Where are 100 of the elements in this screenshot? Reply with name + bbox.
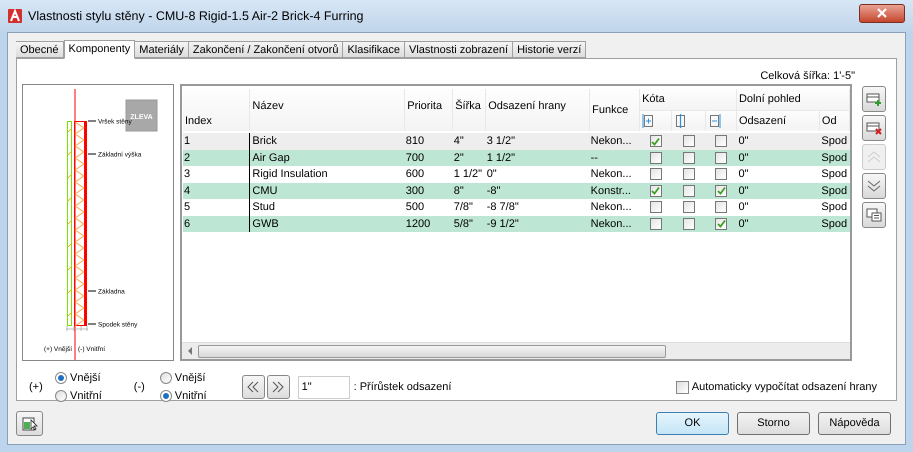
table-cell: Stud: [250, 199, 405, 216]
table-cell: Air Gap: [250, 150, 405, 166]
offset-increment-label: : Přírůstek odsazení: [354, 380, 452, 395]
column-header[interactable]: Priorita: [404, 89, 453, 131]
double-chevron-right-icon: [272, 381, 284, 393]
dialog-button[interactable]: Nápověda: [818, 412, 891, 435]
checkbox[interactable]: [682, 135, 695, 148]
checkbox[interactable]: [715, 168, 727, 180]
column-header[interactable]: Šířka: [452, 89, 486, 131]
tab[interactable]: Obecné: [16, 41, 64, 58]
auto-offset-checkbox[interactable]: [676, 380, 689, 394]
column-header[interactable]: Odsazení hrany: [486, 89, 590, 131]
table-cell: 3: [183, 166, 250, 182]
checkbox[interactable]: [682, 184, 695, 197]
table-cell: 3 1/2": [486, 133, 590, 150]
close-icon: [877, 8, 887, 18]
app-logo-icon: [8, 9, 22, 23]
table-cell: Spod: [819, 182, 850, 199]
checkbox[interactable]: [715, 218, 727, 230]
tab[interactable]: Materiály: [135, 41, 189, 58]
table-cell: 6: [183, 216, 250, 232]
checkbox[interactable]: [650, 168, 662, 180]
next-button[interactable]: [266, 375, 290, 399]
radio-button[interactable]: [160, 390, 172, 402]
table-cell: 8": [452, 182, 486, 199]
checkbox[interactable]: [715, 201, 727, 214]
table-cell: CMU: [250, 182, 405, 199]
checkbox[interactable]: [715, 152, 727, 164]
checkbox[interactable]: [650, 184, 662, 197]
move-down-button[interactable]: [862, 173, 886, 199]
table-cell: 0": [736, 133, 820, 150]
column-header[interactable]: Index: [183, 89, 250, 131]
table-settings-button[interactable]: [862, 202, 886, 228]
delete-row-button[interactable]: [862, 115, 886, 141]
checkbox[interactable]: [715, 184, 727, 197]
table-row[interactable]: 5 Stud 500 7/8" -8 7/8" Nekon... 0" Spod: [183, 199, 850, 216]
radio-label[interactable]: Vnější: [70, 370, 101, 386]
table-cell: GWB: [250, 216, 405, 232]
auto-offset-label[interactable]: Automaticky vypočítat odsazení hrany: [692, 378, 877, 396]
column-header[interactable]: Funkce: [590, 89, 640, 131]
checkbox[interactable]: [650, 201, 662, 214]
table-cell: Nekon...: [590, 216, 640, 232]
offset-side-label: (-): [134, 380, 146, 395]
checkbox[interactable]: [650, 135, 662, 148]
tab[interactable]: Historie verzí: [513, 41, 586, 58]
table-row[interactable]: 2 Air Gap 700 2" 1 1/2" -- 0" Spod: [183, 150, 850, 166]
column-group-header: Dolní pohled: [736, 89, 850, 110]
checkbox[interactable]: [650, 152, 662, 164]
tab[interactable]: Komponenty: [64, 40, 136, 59]
checkbox[interactable]: [715, 135, 727, 148]
dialog-button[interactable]: Storno: [737, 412, 810, 435]
table-cell: Spod: [819, 199, 850, 216]
table-row[interactable]: 1 Brick 810 4" 3 1/2" Nekon... 0" Spod: [183, 133, 850, 150]
dimension-interior-icon: [708, 114, 722, 128]
dialog-button[interactable]: OK: [656, 412, 729, 435]
radio-label[interactable]: Vnitřní: [174, 388, 207, 404]
leader-line: [88, 120, 96, 122]
scroll-thumb[interactable]: [198, 344, 666, 358]
column-header[interactable]: Název: [250, 89, 405, 131]
window-tools-button[interactable]: [16, 411, 43, 436]
offset-increment-field[interactable]: 1": [298, 376, 350, 398]
total-width-label: Celková šířka: 1'-5": [760, 69, 855, 83]
dimension-center-icon: [674, 114, 688, 128]
table-cell: -9 1/2": [486, 216, 590, 232]
horizontal-scrollbar[interactable]: [182, 342, 850, 359]
table-cell: -8": [486, 182, 590, 199]
table-cell: 1200: [404, 216, 453, 232]
table-row[interactable]: 4 CMU 300 8" -8" Konstr... 0" Spod: [183, 182, 850, 199]
column-header[interactable]: Od: [819, 110, 850, 131]
table-cell: 1: [183, 133, 250, 150]
double-chevron-down-icon: [866, 179, 882, 193]
radio-label[interactable]: Vnitřní: [70, 388, 102, 404]
tab[interactable]: Zakončení / Zakončení otvorů: [188, 41, 344, 58]
table-row[interactable]: 6 GWB 1200 5/8" -9 1/2" Nekon... 0" Spod: [183, 216, 850, 232]
checkbox[interactable]: [650, 218, 662, 230]
radio-button[interactable]: [55, 372, 67, 384]
table-cell: 300: [404, 182, 453, 199]
radio-label[interactable]: Vnější: [174, 370, 206, 386]
column-header[interactable]: Odsazení: [736, 110, 820, 131]
table-list-icon: [866, 208, 882, 222]
column-group-header: Kóta: [640, 89, 736, 110]
tab[interactable]: Vlastnosti zobrazení: [405, 41, 514, 58]
close-button[interactable]: [859, 4, 905, 22]
table-cell: Rigid Insulation: [250, 166, 405, 182]
previous-button[interactable]: [242, 375, 265, 399]
radio-button[interactable]: [160, 372, 172, 384]
checkbox[interactable]: [682, 152, 695, 164]
table-cell: Spod: [819, 216, 850, 232]
double-chevron-up-icon: [866, 150, 882, 164]
table-row[interactable]: 3 Rigid Insulation 600 1 1/2" 0" Nekon... 0" Spod: [183, 166, 850, 182]
checkbox[interactable]: [682, 168, 695, 180]
add-row-button[interactable]: [862, 86, 886, 112]
checkbox[interactable]: [682, 218, 695, 230]
table-cell: 0": [736, 150, 820, 166]
checkbox[interactable]: [682, 201, 695, 214]
tab[interactable]: Klasifikace: [343, 41, 406, 58]
leader-line: [88, 290, 96, 292]
table-cell: 5/8": [452, 216, 486, 232]
radio-button[interactable]: [55, 390, 67, 402]
table-cell: 810: [404, 133, 453, 150]
